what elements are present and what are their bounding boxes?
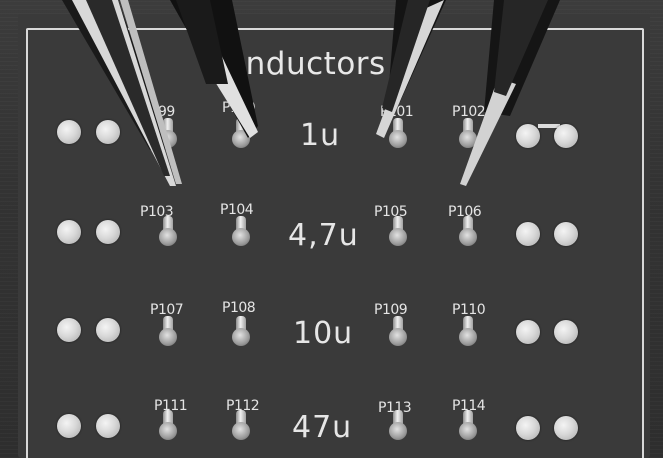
pcb-photo: Inductors P99 P100 1u P101 P102 P103 P10…: [0, 0, 663, 458]
probe-left: [62, 0, 182, 186]
probe-tweezers: [62, 0, 560, 186]
probe-center-left: [170, 0, 258, 138]
probe-right: [460, 0, 560, 186]
probe-center-right: [376, 0, 446, 138]
